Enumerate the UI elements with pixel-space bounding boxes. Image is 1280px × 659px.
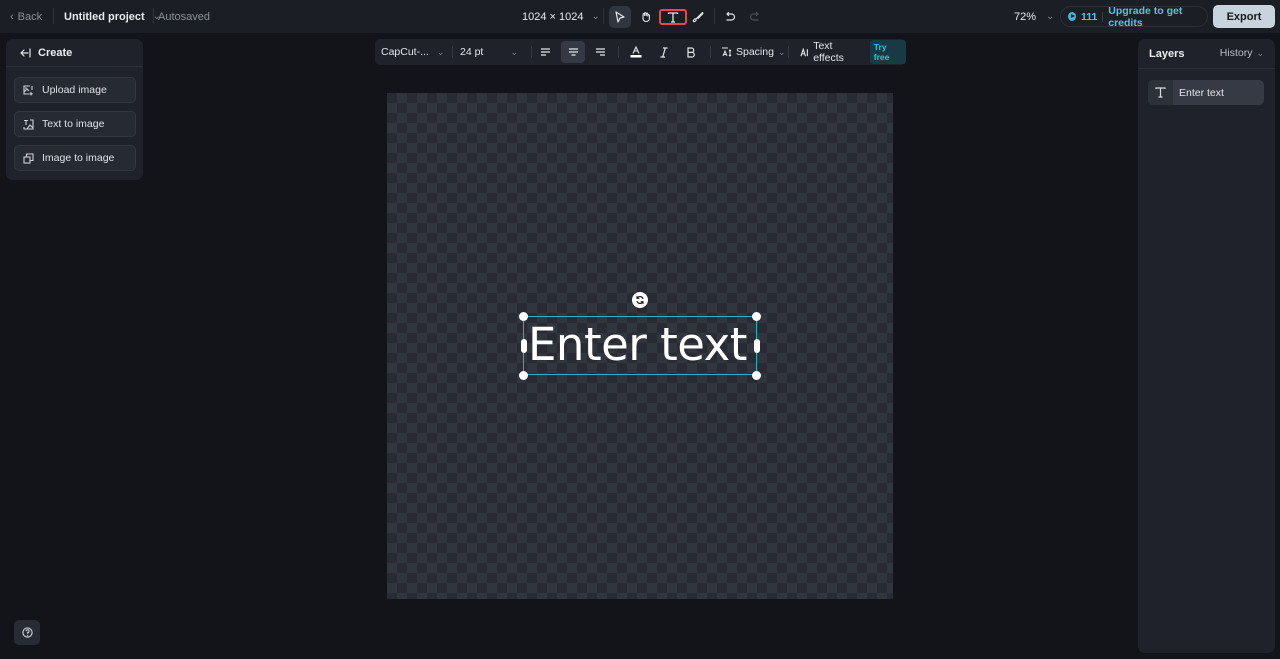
layers-panel-header: Layers History ⌄ — [1138, 39, 1275, 69]
credits-upgrade-button[interactable]: 111 Upgrade to get credits — [1060, 4, 1208, 29]
resize-handle-top-left[interactable] — [519, 312, 528, 321]
chevron-down-icon: ⌄ — [1256, 47, 1264, 58]
help-button[interactable] — [14, 620, 40, 645]
layer-name: Enter text — [1179, 86, 1224, 99]
export-button[interactable]: Export — [1213, 5, 1275, 28]
chevron-left-icon: ‹ — [10, 10, 14, 23]
undo-button[interactable] — [719, 6, 741, 28]
text-effects-button[interactable]: Text effects Try free — [800, 39, 907, 65]
brush-tool-button[interactable] — [687, 6, 709, 28]
font-family-dropdown[interactable]: CapCut-... ⌄ — [381, 39, 444, 65]
rotate-handle[interactable] — [632, 292, 648, 308]
back-button[interactable]: ‹ Back — [10, 0, 42, 33]
divider — [452, 46, 453, 58]
upgrade-link: Upgrade to get credits — [1108, 4, 1183, 29]
create-panel-header[interactable]: Create — [6, 39, 143, 67]
resize-handle-left[interactable] — [521, 339, 527, 353]
divider — [1102, 11, 1104, 22]
text-effects-icon — [800, 47, 808, 56]
upload-image-icon — [23, 84, 33, 95]
select-tool-button[interactable] — [609, 6, 631, 28]
text-layer-icon — [1148, 80, 1173, 105]
chevron-down-icon: ⌄ — [591, 11, 600, 22]
divider — [531, 46, 532, 58]
bold-button[interactable] — [679, 41, 703, 63]
text-to-image-button[interactable]: Text to image — [14, 111, 136, 137]
divider — [788, 46, 789, 58]
pointer-icon — [615, 11, 625, 23]
image-to-image-button[interactable]: Image to image — [14, 145, 136, 171]
resize-handle-right[interactable] — [754, 339, 760, 353]
italic-icon — [660, 46, 668, 58]
redo-icon — [749, 11, 759, 21]
text-to-image-icon — [23, 118, 34, 130]
italic-button[interactable] — [652, 41, 676, 63]
layers-tab[interactable]: Layers — [1149, 48, 1184, 60]
resize-handle-bottom-right[interactable] — [752, 371, 761, 380]
chevron-down-icon: ⌄ — [510, 46, 518, 57]
text-tool-button[interactable] — [659, 9, 687, 25]
resize-handle-bottom-left[interactable] — [519, 371, 528, 380]
image-to-image-icon — [23, 152, 34, 164]
history-dropdown[interactable]: History ⌄ — [1220, 47, 1264, 59]
text-color-icon — [630, 46, 642, 58]
text-color-button[interactable] — [624, 41, 648, 63]
divider — [710, 46, 711, 58]
project-name-dropdown[interactable]: Untitled project ⌄ — [64, 0, 161, 33]
align-center-button[interactable] — [561, 41, 585, 63]
top-bar: ‹ Back Untitled project ⌄ Autosaved 1024… — [0, 0, 1280, 33]
text-format-toolbar: CapCut-... ⌄ 24 pt ⌄ Spacing ⌄ Text effe… — [375, 39, 907, 65]
undo-icon — [726, 11, 736, 21]
align-right-icon — [595, 48, 605, 56]
rotate-icon — [636, 295, 644, 305]
text-tool-icon — [667, 11, 679, 23]
chevron-down-icon: ⌄ — [436, 46, 445, 57]
text-element-selection[interactable]: Enter text — [523, 316, 757, 375]
redo-button[interactable] — [744, 6, 766, 28]
collapse-left-icon — [20, 47, 31, 58]
brush-icon — [692, 11, 704, 23]
align-left-icon — [540, 48, 550, 56]
create-panel-title: Create — [38, 46, 73, 59]
create-panel: Create Upload image Text to image Image … — [6, 39, 143, 180]
font-size-dropdown[interactable]: 24 pt ⌄ — [460, 39, 518, 65]
hand-tool-button[interactable] — [635, 6, 657, 28]
credits-count: 111 — [1080, 10, 1098, 23]
divider — [153, 8, 154, 24]
align-right-button[interactable] — [588, 41, 612, 63]
hand-icon — [642, 12, 650, 23]
divider — [618, 46, 619, 58]
align-left-button[interactable] — [533, 41, 557, 63]
upload-image-button[interactable]: Upload image — [14, 77, 136, 103]
layers-panel: Layers History ⌄ Enter text — [1138, 39, 1275, 653]
divider — [714, 8, 715, 24]
help-icon — [21, 627, 33, 638]
layer-item[interactable]: Enter text — [1148, 80, 1264, 105]
bold-icon — [687, 46, 695, 58]
credits-icon — [1068, 12, 1076, 21]
divider — [603, 8, 604, 24]
chevron-down-icon: ⌄ — [777, 46, 786, 57]
chevron-down-icon: ⌄ — [1046, 11, 1055, 22]
zoom-dropdown[interactable]: 72% ⌄ — [1014, 0, 1054, 33]
canvas-size-dropdown[interactable]: 1024 × 1024 ⌄ — [522, 0, 600, 33]
spacing-dropdown[interactable]: Spacing ⌄ — [721, 39, 786, 65]
try-free-badge: Try free — [869, 40, 907, 64]
align-center-icon — [568, 48, 578, 56]
canvas-text[interactable]: Enter text — [528, 317, 758, 373]
divider — [53, 8, 54, 24]
resize-handle-top-right[interactable] — [752, 312, 761, 321]
save-status: Autosaved — [158, 10, 210, 23]
spacing-icon — [722, 47, 732, 57]
